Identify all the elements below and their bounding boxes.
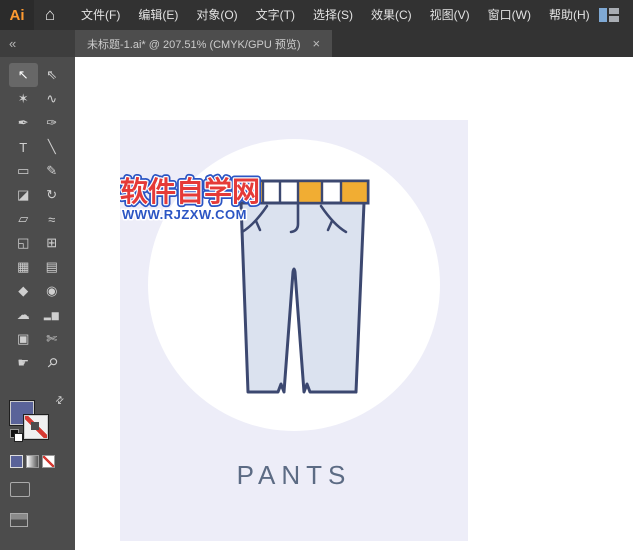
mesh-tool[interactable]: ▦ [9, 255, 38, 279]
main-menu: 文件(F) 编辑(E) 对象(O) 文字(T) 选择(S) 效果(C) 视图(V… [72, 0, 599, 30]
eyedropper-tool[interactable]: ◆ [9, 279, 38, 303]
illustrator-window: Ai ⌂ 文件(F) 编辑(E) 对象(O) 文字(T) 选择(S) 效果(C)… [0, 0, 633, 550]
shape-builder-tool[interactable]: ◱ [9, 231, 38, 255]
watermark-url: WWW.RJZXW.COM [122, 207, 247, 222]
tools-panel-header: « [0, 30, 75, 57]
tab-bar: « 未标题-1.ai* @ 207.51% (CMYK/GPU 预览) × [0, 30, 633, 57]
home-icon[interactable]: ⌂ [34, 0, 66, 30]
selection-tool[interactable]: ↖ [9, 63, 38, 87]
type-tool[interactable]: T [9, 135, 38, 159]
width-tool[interactable]: ≈ [38, 207, 67, 231]
menu-view[interactable]: 视图(V) [421, 0, 479, 30]
menu-type[interactable]: 文字(T) [247, 0, 304, 30]
swap-colors-icon[interactable]: ⇄ [53, 394, 67, 408]
artboard-tool[interactable]: ▣ [9, 327, 38, 351]
lasso-tool[interactable]: ∿ [38, 87, 67, 111]
menu-object[interactable]: 对象(O) [187, 0, 246, 30]
menu-window[interactable]: 窗口(W) [479, 0, 540, 30]
pen-tool[interactable]: ✒ [9, 111, 38, 135]
canvas[interactable]: 软件自学网 软件自学网 WWW.RJZXW.COM PANTS [75, 57, 633, 550]
fill-stroke-controls: ⇄ [10, 394, 67, 443]
pants-caption: PANTS [236, 460, 352, 490]
menu-bar: Ai ⌂ 文件(F) 编辑(E) 对象(O) 文字(T) 选择(S) 效果(C)… [0, 0, 633, 30]
pencil-tool[interactable]: ✎ [38, 159, 67, 183]
document-tab[interactable]: 未标题-1.ai* @ 207.51% (CMYK/GPU 预览) × [75, 30, 333, 57]
tab-close-icon[interactable]: × [313, 36, 321, 51]
app-logo[interactable]: Ai [0, 0, 34, 30]
artboard[interactable]: 软件自学网 软件自学网 WWW.RJZXW.COM PANTS [120, 120, 468, 541]
menu-edit[interactable]: 编辑(E) [129, 0, 187, 30]
eraser-tool[interactable]: ◪ [9, 183, 38, 207]
workspace-switcher-icon[interactable] [599, 8, 619, 22]
menu-file[interactable]: 文件(F) [72, 0, 129, 30]
color-mode-button[interactable] [10, 455, 23, 468]
gradient-tool[interactable]: ▤ [38, 255, 67, 279]
hand-tool[interactable]: ☛ [9, 351, 38, 375]
paintbrush-tool[interactable]: ✑ [38, 111, 67, 135]
rotate-tool[interactable]: ↻ [38, 183, 67, 207]
color-mode-buttons [10, 455, 75, 468]
scale-tool[interactable]: ▱ [9, 207, 38, 231]
magic-wand-tool[interactable]: ✶ [9, 87, 38, 111]
menu-select[interactable]: 选择(S) [304, 0, 362, 30]
menu-help[interactable]: 帮助(H) [540, 0, 599, 30]
tool-grid: ↖ ⇖ ✶ ∿ ✒ ✑ T ╲ ▭ ✎ ◪ ↻ ▱ ≈ ◱ ⊞ ▦ ▤ ◆ ◉ … [0, 57, 75, 375]
watermark-text: 软件自学网 [120, 175, 260, 207]
tab-title: 未标题-1.ai* @ 207.51% (CMYK/GPU 预览) [87, 38, 301, 51]
belt-orange-center [296, 179, 324, 205]
collapse-panel-icon[interactable]: « [9, 36, 16, 51]
gradient-mode-button[interactable] [26, 455, 39, 468]
none-mode-button[interactable] [42, 455, 55, 468]
direct-selection-tool[interactable]: ⇖ [38, 63, 67, 87]
default-colors-icon[interactable] [10, 429, 23, 442]
symbol-sprayer-tool[interactable]: ☁ [9, 303, 38, 327]
rectangle-tool[interactable]: ▭ [9, 159, 38, 183]
tools-panel: ↖ ⇖ ✶ ∿ ✒ ✑ T ╲ ▭ ✎ ◪ ↻ ▱ ≈ ◱ ⊞ ▦ ▤ ◆ ◉ … [0, 57, 75, 550]
column-graph-tool[interactable]: ▂▆ [38, 303, 67, 327]
stroke-color-swatch[interactable] [24, 415, 48, 439]
blend-tool[interactable]: ◉ [38, 279, 67, 303]
draw-mode-button[interactable] [10, 482, 30, 497]
screen-mode-button[interactable] [10, 513, 28, 527]
belt-orange-right [339, 179, 370, 205]
perspective-grid-tool[interactable]: ⊞ [38, 231, 67, 255]
menu-effect[interactable]: 效果(C) [362, 0, 421, 30]
line-segment-tool[interactable]: ╲ [38, 135, 67, 159]
